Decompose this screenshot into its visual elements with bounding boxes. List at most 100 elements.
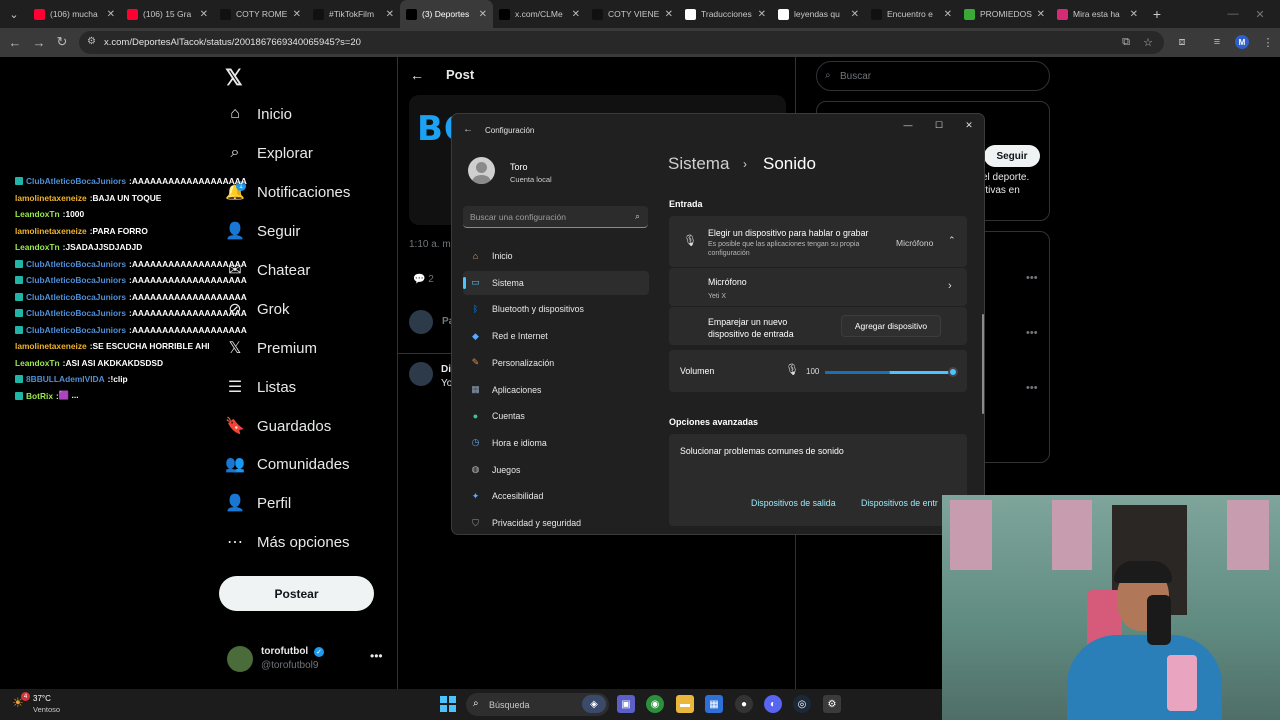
- install-app-icon[interactable]: ⧉: [1114, 30, 1138, 54]
- section-heading-input: Entrada: [669, 199, 703, 209]
- scrollbar[interactable]: [982, 314, 984, 414]
- avatar[interactable]: [409, 362, 433, 386]
- close-browser-button[interactable]: ✕: [1240, 0, 1280, 28]
- settings-nav-red-e-internet[interactable]: ◆ Red e Internet: [463, 324, 649, 348]
- close-tab-icon[interactable]: ✕: [1130, 9, 1138, 20]
- settings-nav-privacidad-y-seguridad[interactable]: ⛉ Privacidad y seguridad: [463, 511, 649, 534]
- browser-tab[interactable]: (3) Deportes ✕: [400, 0, 493, 28]
- search-input[interactable]: ⌕ Buscar: [816, 61, 1050, 91]
- browser-tab[interactable]: Mira esta ha ✕: [1051, 0, 1144, 28]
- avatar[interactable]: [409, 310, 433, 334]
- close-tab-icon[interactable]: ✕: [293, 9, 301, 20]
- avatar[interactable]: [468, 157, 495, 184]
- browser-tab[interactable]: Encuentro e ✕: [865, 0, 958, 28]
- browser-tab[interactable]: (106) mucha ✕: [28, 0, 121, 28]
- settings-nav-personalización[interactable]: ✎ Personalización: [463, 351, 649, 375]
- settings-nav-accesibilidad[interactable]: ✦ Accesibilidad: [463, 484, 649, 508]
- browser-tab[interactable]: x.com/CLMe ✕: [493, 0, 586, 28]
- minimize-button[interactable]: —: [893, 118, 923, 132]
- close-tab-icon[interactable]: ✕: [572, 9, 580, 20]
- input-devices-link[interactable]: Dispositivos de entr: [861, 498, 938, 508]
- nav-item-guardados[interactable]: 🔖 Guardados: [225, 417, 331, 436]
- browser-tab[interactable]: #TikTokFilm ✕: [307, 0, 400, 28]
- reply-count[interactable]: 💬 2: [413, 274, 434, 285]
- steam-icon[interactable]: ◎: [793, 695, 811, 713]
- more-icon[interactable]: •••: [1026, 327, 1038, 339]
- browser-tab[interactable]: COTY VIENE ✕: [586, 0, 679, 28]
- output-devices-link[interactable]: Dispositivos de salida: [751, 498, 836, 508]
- volume-slider-thumb[interactable]: [948, 367, 958, 377]
- close-tab-icon[interactable]: ✕: [479, 9, 487, 20]
- weather-temperature[interactable]: 37°C: [33, 694, 51, 703]
- reply-author-fragment[interactable]: Di: [441, 364, 451, 375]
- maximize-button[interactable]: ☐: [924, 118, 954, 132]
- close-tab-icon[interactable]: ✕: [944, 9, 952, 20]
- reading-list-icon[interactable]: ≡: [1205, 30, 1229, 54]
- settings-nav-inicio[interactable]: ⌂ Inicio: [463, 244, 649, 268]
- back-arrow-icon[interactable]: ←: [410, 67, 424, 83]
- browser-tab[interactable]: (106) 15 Gra ✕: [121, 0, 214, 28]
- chevron-up-icon[interactable]: ⌃: [948, 235, 956, 246]
- settings-search-input[interactable]: Buscar una configuración ⌕: [463, 206, 648, 228]
- obs-icon[interactable]: ●: [735, 695, 753, 713]
- reload-button[interactable]: ↻: [50, 30, 74, 54]
- nav-item-perfil[interactable]: 👤 Perfil: [225, 494, 291, 513]
- browser-tab[interactable]: leyendas qu ✕: [772, 0, 865, 28]
- close-tab-icon[interactable]: ✕: [200, 9, 208, 20]
- settings-nav-aplicaciones[interactable]: ▦ Aplicaciones: [463, 378, 649, 402]
- new-tab-button[interactable]: +: [1144, 6, 1170, 22]
- back-button[interactable]: ←: [3, 30, 27, 54]
- microphone-icon[interactable]: 🎙: [785, 363, 799, 376]
- more-icon[interactable]: •••: [1026, 382, 1038, 394]
- close-tab-icon[interactable]: ✕: [851, 9, 859, 20]
- back-arrow-icon[interactable]: ←: [463, 124, 473, 135]
- tab-label: Mira esta ha: [1073, 9, 1120, 19]
- forward-button[interactable]: →: [27, 30, 51, 54]
- choose-input-device-row[interactable]: 🎙 Elegir un dispositivo para hablar o gr…: [669, 216, 967, 267]
- x-logo-icon[interactable]: 𝕏: [225, 65, 243, 91]
- file-explorer-icon[interactable]: ▬: [676, 695, 694, 713]
- volume-slider[interactable]: [825, 371, 950, 374]
- extensions-icon[interactable]: ⧈: [1170, 30, 1194, 54]
- settings-app-icon[interactable]: ⚙: [823, 695, 841, 713]
- add-device-button[interactable]: Agregar dispositivo: [841, 315, 941, 337]
- more-icon[interactable]: •••: [370, 649, 383, 663]
- browser-menu-icon[interactable]: ⋮: [1256, 30, 1280, 54]
- settings-nav-juegos[interactable]: ◍ Juegos: [463, 458, 649, 482]
- tab-search-button[interactable]: ⌄: [0, 0, 28, 28]
- close-tab-icon[interactable]: ✕: [1037, 9, 1045, 20]
- close-tab-icon[interactable]: ✕: [758, 9, 766, 20]
- breadcrumb-parent[interactable]: Sistema: [668, 154, 729, 174]
- more-icon[interactable]: •••: [1026, 272, 1038, 284]
- store-icon[interactable]: ▦: [705, 695, 723, 713]
- chat-app-icon[interactable]: ▣: [617, 695, 635, 713]
- chrome-icon[interactable]: ◉: [646, 695, 664, 713]
- account-switcher[interactable]: torofutbol ✓ @torofutbol9 •••: [227, 644, 383, 674]
- address-bar[interactable]: ⚙ x.com/DeportesAlTacok/status/200186766…: [79, 31, 1164, 54]
- settings-nav-bluetooth-y-dispositivos[interactable]: ᛒ Bluetooth y dispositivos: [463, 297, 649, 321]
- close-tab-icon[interactable]: ✕: [665, 9, 673, 20]
- microphone-device-row[interactable]: Micrófono Yeti X ›: [669, 268, 967, 306]
- copilot-icon[interactable]: ◈: [582, 695, 606, 713]
- site-info-icon[interactable]: ⚙: [87, 36, 96, 47]
- nav-item-comunidades[interactable]: 👥 Comunidades: [225, 455, 350, 474]
- browser-tab[interactable]: COTY ROME ✕: [214, 0, 307, 28]
- settings-nav-cuentas[interactable]: ● Cuentas: [463, 404, 649, 428]
- nav-item-más-opciones[interactable]: ⋯ Más opciones: [226, 533, 350, 552]
- start-icon[interactable]: [440, 696, 456, 712]
- nav-item-inicio[interactable]: ⌂ Inicio: [226, 105, 292, 123]
- settings-nav-hora-e-idioma[interactable]: ◷ Hora e idioma: [463, 431, 649, 455]
- post-button[interactable]: Postear: [219, 576, 374, 611]
- browser-tab[interactable]: Traducciones ✕: [679, 0, 772, 28]
- nav-item-explorar[interactable]: ⌕ Explorar: [226, 144, 313, 162]
- troubleshoot-link[interactable]: Solucionar problemas comunes de sonido: [680, 446, 844, 456]
- close-tab-icon[interactable]: ✕: [107, 9, 115, 20]
- close-button[interactable]: ✕: [954, 118, 984, 132]
- discord-icon[interactable]: ◐: [764, 695, 782, 713]
- profile-avatar[interactable]: M: [1235, 35, 1249, 49]
- settings-nav-sistema[interactable]: ▭ Sistema: [463, 270, 649, 295]
- close-tab-icon[interactable]: ✕: [386, 9, 394, 20]
- follow-button[interactable]: Seguir: [984, 145, 1040, 167]
- bookmark-star-icon[interactable]: ☆: [1136, 30, 1160, 54]
- browser-tab[interactable]: PROMIEDOS ✕: [958, 0, 1051, 28]
